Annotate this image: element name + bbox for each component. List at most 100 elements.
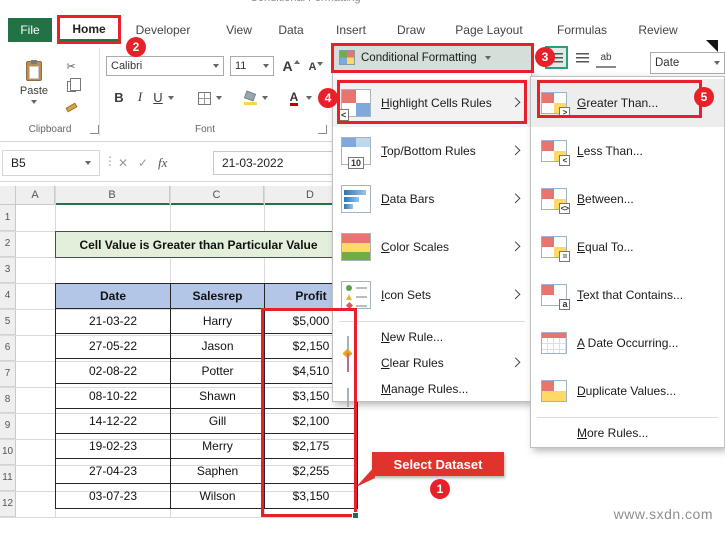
grow-font-button[interactable]: A (280, 55, 302, 77)
submenu-item-text-that-contains[interactable]: a Text that Contains... (531, 271, 724, 319)
underline-caret-icon[interactable] (168, 96, 174, 100)
font-size-combo[interactable]: 11 (230, 56, 274, 76)
formula-bar-divider: ⋮ (104, 154, 116, 168)
row-header-4[interactable]: 4 (0, 283, 16, 309)
row-header-6[interactable]: 6 (0, 335, 16, 361)
font-dialog-launcher-icon[interactable] (318, 125, 327, 134)
menu-item-clear-rules[interactable]: Clear Rules (333, 350, 531, 376)
insert-function-button[interactable]: fx (158, 155, 167, 171)
row-header-1[interactable]: 1 (0, 205, 16, 231)
cell[interactable]: Harry (170, 308, 265, 334)
cell[interactable]: Potter (170, 358, 265, 384)
cell[interactable]: 03-07-23 (55, 483, 171, 509)
menu-item-icon-sets[interactable]: Icon Sets (333, 271, 531, 319)
submenu-item-less-than[interactable]: < Less Than... (531, 127, 724, 175)
row-header-8[interactable]: 8 (0, 387, 16, 413)
cell[interactable]: 02-08-22 (55, 358, 171, 384)
submenu-item-between[interactable]: <> Between... (531, 175, 724, 223)
underline-button[interactable]: U (150, 88, 166, 106)
tab-data[interactable]: Data (270, 18, 312, 42)
cell[interactable]: Shawn (170, 383, 265, 409)
font-color-caret-icon[interactable] (306, 96, 312, 100)
cell[interactable]: Merry (170, 433, 265, 459)
font-color-button[interactable]: A (286, 89, 302, 107)
copy-button[interactable] (62, 77, 81, 94)
fill-color-caret-icon[interactable] (262, 96, 268, 100)
menu-item-top-bottom-rules[interactable]: 10 Top/Bottom Rules (333, 127, 531, 175)
clipboard-dialog-launcher-icon[interactable] (90, 125, 99, 134)
tab-file[interactable]: File (8, 18, 52, 42)
borders-caret-icon[interactable] (216, 96, 222, 100)
wrap-text-button[interactable]: ab (596, 48, 616, 68)
cell[interactable]: 08-10-22 (55, 383, 171, 409)
menu-item-color-scales[interactable]: Color Scales (333, 223, 531, 271)
cell[interactable]: Jason (170, 333, 265, 359)
step-badge-4: 4 (318, 88, 338, 108)
font-name-combo[interactable]: Calibri (106, 56, 224, 76)
column-header-a[interactable]: A (16, 186, 55, 205)
name-box[interactable]: B5 (2, 150, 100, 176)
borders-icon (197, 91, 211, 105)
borders-button[interactable] (196, 90, 212, 106)
submenu-item-a-date-occurring[interactable]: A Date Occurring... (531, 319, 724, 367)
menu-item-manage-rules[interactable]: Manage Rules... (333, 376, 531, 407)
title-cell[interactable]: Cell Value is Greater than Particular Va… (55, 231, 342, 258)
row-header-9[interactable]: 9 (0, 413, 16, 439)
row-header-7[interactable]: 7 (0, 361, 16, 387)
cell[interactable]: Wilson (170, 483, 265, 509)
tab-page-layout[interactable]: Page Layout (446, 18, 532, 42)
step-badge-5: 5 (694, 87, 714, 107)
tab-review[interactable]: Review (632, 18, 684, 42)
row-header-3[interactable]: 3 (0, 257, 16, 283)
format-painter-icon (64, 102, 78, 112)
window-title-partial: Conditional Formatting (250, 0, 361, 7)
paste-button[interactable]: Paste (12, 50, 56, 114)
cell[interactable]: 27-04-23 (55, 458, 171, 484)
menu-item-new-rule[interactable]: New Rule... (333, 324, 531, 359)
submenu-item-duplicate-values[interactable]: Duplicate Values... (531, 367, 724, 415)
row-header-5[interactable]: 5 (0, 309, 16, 335)
column-header-c[interactable]: C (170, 186, 264, 205)
chevron-right-icon (510, 241, 521, 252)
cell[interactable]: 14-12-22 (55, 408, 171, 434)
bold-button[interactable]: B (110, 88, 128, 106)
between-icon: <> (541, 188, 570, 214)
select-dataset-callout: Select Dataset (372, 452, 504, 476)
tab-draw[interactable]: Draw (390, 18, 432, 42)
header-cell-date[interactable]: Date (55, 283, 171, 309)
format-painter-button[interactable] (62, 100, 80, 114)
cell[interactable]: Saphen (170, 458, 265, 484)
fill-handle[interactable] (352, 512, 359, 519)
align-lines-icon (575, 53, 589, 63)
step-badge-3: 3 (535, 47, 555, 67)
row-header-2[interactable]: 2 (0, 231, 16, 257)
cell[interactable]: 21-03-22 (55, 308, 171, 334)
formula-input[interactable]: 21-03-2022 (213, 151, 333, 175)
tab-formulas[interactable]: Formulas (550, 18, 614, 42)
row-header-11[interactable]: 11 (0, 465, 16, 491)
equal-to-icon: = (541, 236, 570, 262)
enter-icon[interactable]: ✓ (138, 156, 148, 170)
cancel-icon[interactable]: ✕ (118, 156, 128, 170)
italic-button[interactable]: I (132, 88, 148, 106)
column-header-b[interactable]: B (55, 186, 170, 205)
submenu-item-equal-to[interactable]: = Equal To... (531, 223, 724, 271)
annotation-box-highlight-cells-rules (337, 80, 527, 124)
row-header-10[interactable]: 10 (0, 439, 16, 465)
clipboard-group-label: Clipboard (28, 124, 72, 135)
cell[interactable]: 19-02-23 (55, 433, 171, 459)
cell[interactable]: 27-05-22 (55, 333, 171, 359)
row-header-12[interactable]: 12 (0, 491, 16, 517)
header-cell-salesrep[interactable]: Salesrep (170, 283, 265, 309)
select-all-corner[interactable] (0, 186, 16, 205)
tab-insert[interactable]: Insert (328, 18, 374, 42)
tab-view[interactable]: View (218, 18, 260, 42)
cell[interactable]: Gill (170, 408, 265, 434)
cut-button[interactable] (62, 58, 80, 74)
align-left-button[interactable] (572, 48, 592, 68)
menu-item-data-bars[interactable]: Data Bars (333, 175, 531, 223)
number-format-combo[interactable]: Date (650, 52, 725, 74)
fill-color-button[interactable] (242, 90, 258, 106)
submenu-item-more-rules[interactable]: More Rules... (531, 420, 724, 446)
shrink-font-button[interactable]: A (306, 57, 326, 77)
